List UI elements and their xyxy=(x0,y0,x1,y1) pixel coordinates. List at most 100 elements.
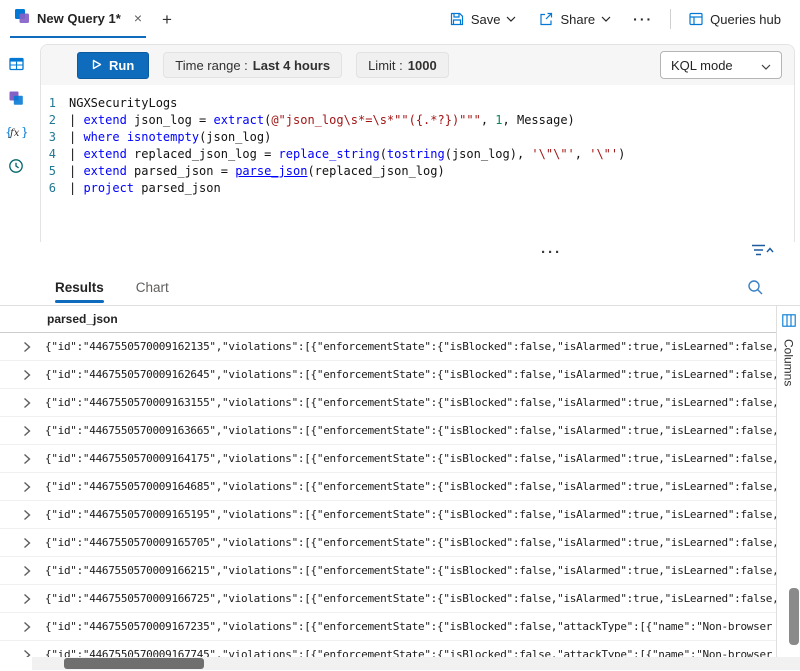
code-line: | where isnotempty(json_log) xyxy=(69,129,271,146)
expand-chevron-icon[interactable] xyxy=(23,453,31,465)
query-tab[interactable]: New Query 1* × xyxy=(10,0,146,38)
row-json-text: {"id":"4467550570009165195","violations"… xyxy=(45,508,776,521)
chevron-down-icon xyxy=(761,58,771,73)
query-history-icon[interactable] xyxy=(5,156,27,176)
queries-hub-button[interactable]: Queries hub xyxy=(677,11,792,27)
editor-line[interactable]: 3| where isnotempty(json_log) xyxy=(41,129,794,146)
tab-results-label: Results xyxy=(55,280,104,295)
editor-line[interactable]: 5| extend parsed_json = parse_json(repla… xyxy=(41,163,794,180)
editor-line[interactable]: 1NGXSecurityLogs xyxy=(41,95,794,112)
horizontal-scrollbar[interactable] xyxy=(32,657,786,670)
code-token: replaced_json_log = xyxy=(127,147,279,161)
close-icon[interactable]: × xyxy=(134,10,142,26)
svg-text:ƒx: ƒx xyxy=(8,128,20,139)
save-button[interactable]: Save xyxy=(438,11,528,27)
tab-chart-label: Chart xyxy=(136,280,169,295)
table-row[interactable]: {"id":"4467550570009163665","violations"… xyxy=(0,417,776,445)
tab-chart[interactable]: Chart xyxy=(136,270,169,306)
expand-chevron-icon[interactable] xyxy=(23,621,31,633)
code-token: where xyxy=(83,130,119,144)
expand-chevron-icon[interactable] xyxy=(23,425,31,437)
line-number: 6 xyxy=(41,180,69,197)
table-row[interactable]: {"id":"4467550570009164175","violations"… xyxy=(0,445,776,473)
new-tab-button[interactable]: + xyxy=(162,11,172,28)
run-label: Run xyxy=(109,58,134,73)
functions-icon[interactable]: { ƒx } xyxy=(5,122,27,142)
expand-chevron-icon[interactable] xyxy=(23,565,31,577)
share-button[interactable]: Share xyxy=(527,11,622,27)
search-icon[interactable] xyxy=(747,279,764,296)
horizontal-scrollbar-thumb[interactable] xyxy=(64,658,204,669)
column-header-parsed-json[interactable]: parsed_json xyxy=(47,312,118,326)
share-icon xyxy=(538,11,554,27)
vertical-scrollbar-thumb[interactable] xyxy=(789,588,799,645)
table-row[interactable]: {"id":"4467550570009166215","violations"… xyxy=(0,557,776,585)
query-editor[interactable]: 1NGXSecurityLogs2| extend json_log = ext… xyxy=(41,85,794,197)
table-row[interactable]: {"id":"4467550570009162135","violations"… xyxy=(0,333,776,361)
table-row[interactable]: {"id":"4467550570009167235","violations"… xyxy=(0,613,776,641)
code-token: project xyxy=(83,181,134,195)
topbar-divider xyxy=(670,9,671,29)
table-row[interactable]: {"id":"4467550570009167745","violations"… xyxy=(0,641,776,657)
expand-chevron-icon[interactable] xyxy=(23,369,31,381)
results-section: Results Chart parsed_json {"id":"4467550… xyxy=(0,270,800,671)
editor-line[interactable]: 6| project parsed_json xyxy=(41,180,794,197)
editor-line[interactable]: 2| extend json_log = extract(@"json_log\… xyxy=(41,112,794,129)
code-token: extend xyxy=(83,113,126,127)
tab-results[interactable]: Results xyxy=(55,270,104,306)
time-range-button[interactable]: Time range : Last 4 hours xyxy=(163,52,342,78)
kql-mode-dropdown[interactable]: KQL mode xyxy=(660,51,782,79)
query-panel: Run Time range : Last 4 hours Limit : 10… xyxy=(40,44,795,242)
code-token: | xyxy=(69,164,83,178)
table-row[interactable]: {"id":"4467550570009165705","violations"… xyxy=(0,529,776,557)
row-json-text: {"id":"4467550570009165705","violations"… xyxy=(45,536,776,549)
code-line: | extend json_log = extract(@"json_log\s… xyxy=(69,112,575,129)
code-token: '\"\"' xyxy=(531,147,574,161)
code-token xyxy=(120,130,127,144)
table-row[interactable]: {"id":"4467550570009164685","violations"… xyxy=(0,473,776,501)
table-row[interactable]: {"id":"4467550570009165195","violations"… xyxy=(0,501,776,529)
line-number: 3 xyxy=(41,129,69,146)
row-json-text: {"id":"4467550570009167235","violations"… xyxy=(45,620,776,633)
play-icon xyxy=(92,58,102,73)
table-row[interactable]: {"id":"4467550570009166725","violations"… xyxy=(0,585,776,613)
vertical-scrollbar[interactable] xyxy=(788,306,800,657)
sample-queries-icon[interactable] xyxy=(5,88,27,108)
tab-title: New Query 1* xyxy=(37,11,121,26)
expand-chevron-icon[interactable] xyxy=(23,397,31,409)
query-tab-icon xyxy=(14,8,30,29)
table-row[interactable]: {"id":"4467550570009163155","violations"… xyxy=(0,389,776,417)
expand-chevron-icon[interactable] xyxy=(23,537,31,549)
chevron-down-icon xyxy=(601,16,611,22)
row-json-text: {"id":"4467550570009166725","violations"… xyxy=(45,592,776,605)
tables-icon[interactable] xyxy=(5,54,27,74)
save-label: Save xyxy=(471,12,501,27)
expand-chevron-icon[interactable] xyxy=(23,509,31,521)
code-token: '\"' xyxy=(589,147,618,161)
code-token: extend xyxy=(83,164,126,178)
code-token: , xyxy=(481,113,495,127)
editor-lines: 1NGXSecurityLogs2| extend json_log = ext… xyxy=(41,95,794,197)
limit-label: Limit : xyxy=(368,58,403,73)
code-token: , xyxy=(575,147,589,161)
row-json-text: {"id":"4467550570009163665","violations"… xyxy=(45,424,776,437)
queries-hub-icon xyxy=(688,11,704,27)
expand-chevron-icon[interactable] xyxy=(23,481,31,493)
table-row[interactable]: {"id":"4467550570009162645","violations"… xyxy=(0,361,776,389)
code-token: parsed_json = xyxy=(127,164,235,178)
row-json-text: {"id":"4467550570009164175","violations"… xyxy=(45,452,776,465)
limit-button[interactable]: Limit : 1000 xyxy=(356,52,449,78)
more-button[interactable]: ··· xyxy=(622,11,664,27)
code-token: | xyxy=(69,113,83,127)
expand-chevron-icon[interactable] xyxy=(23,593,31,605)
run-button[interactable]: Run xyxy=(77,52,149,79)
save-icon xyxy=(449,11,465,27)
collapse-editor-icon[interactable] xyxy=(750,243,774,262)
splitter-handle[interactable]: ··· xyxy=(541,244,562,261)
row-json-text: {"id":"4467550570009166215","violations"… xyxy=(45,564,776,577)
code-token: | xyxy=(69,130,83,144)
expand-chevron-icon[interactable] xyxy=(23,341,31,353)
editor-line[interactable]: 4| extend replaced_json_log = replace_st… xyxy=(41,146,794,163)
share-label: Share xyxy=(560,12,595,27)
expand-chevron-icon[interactable] xyxy=(23,649,31,658)
